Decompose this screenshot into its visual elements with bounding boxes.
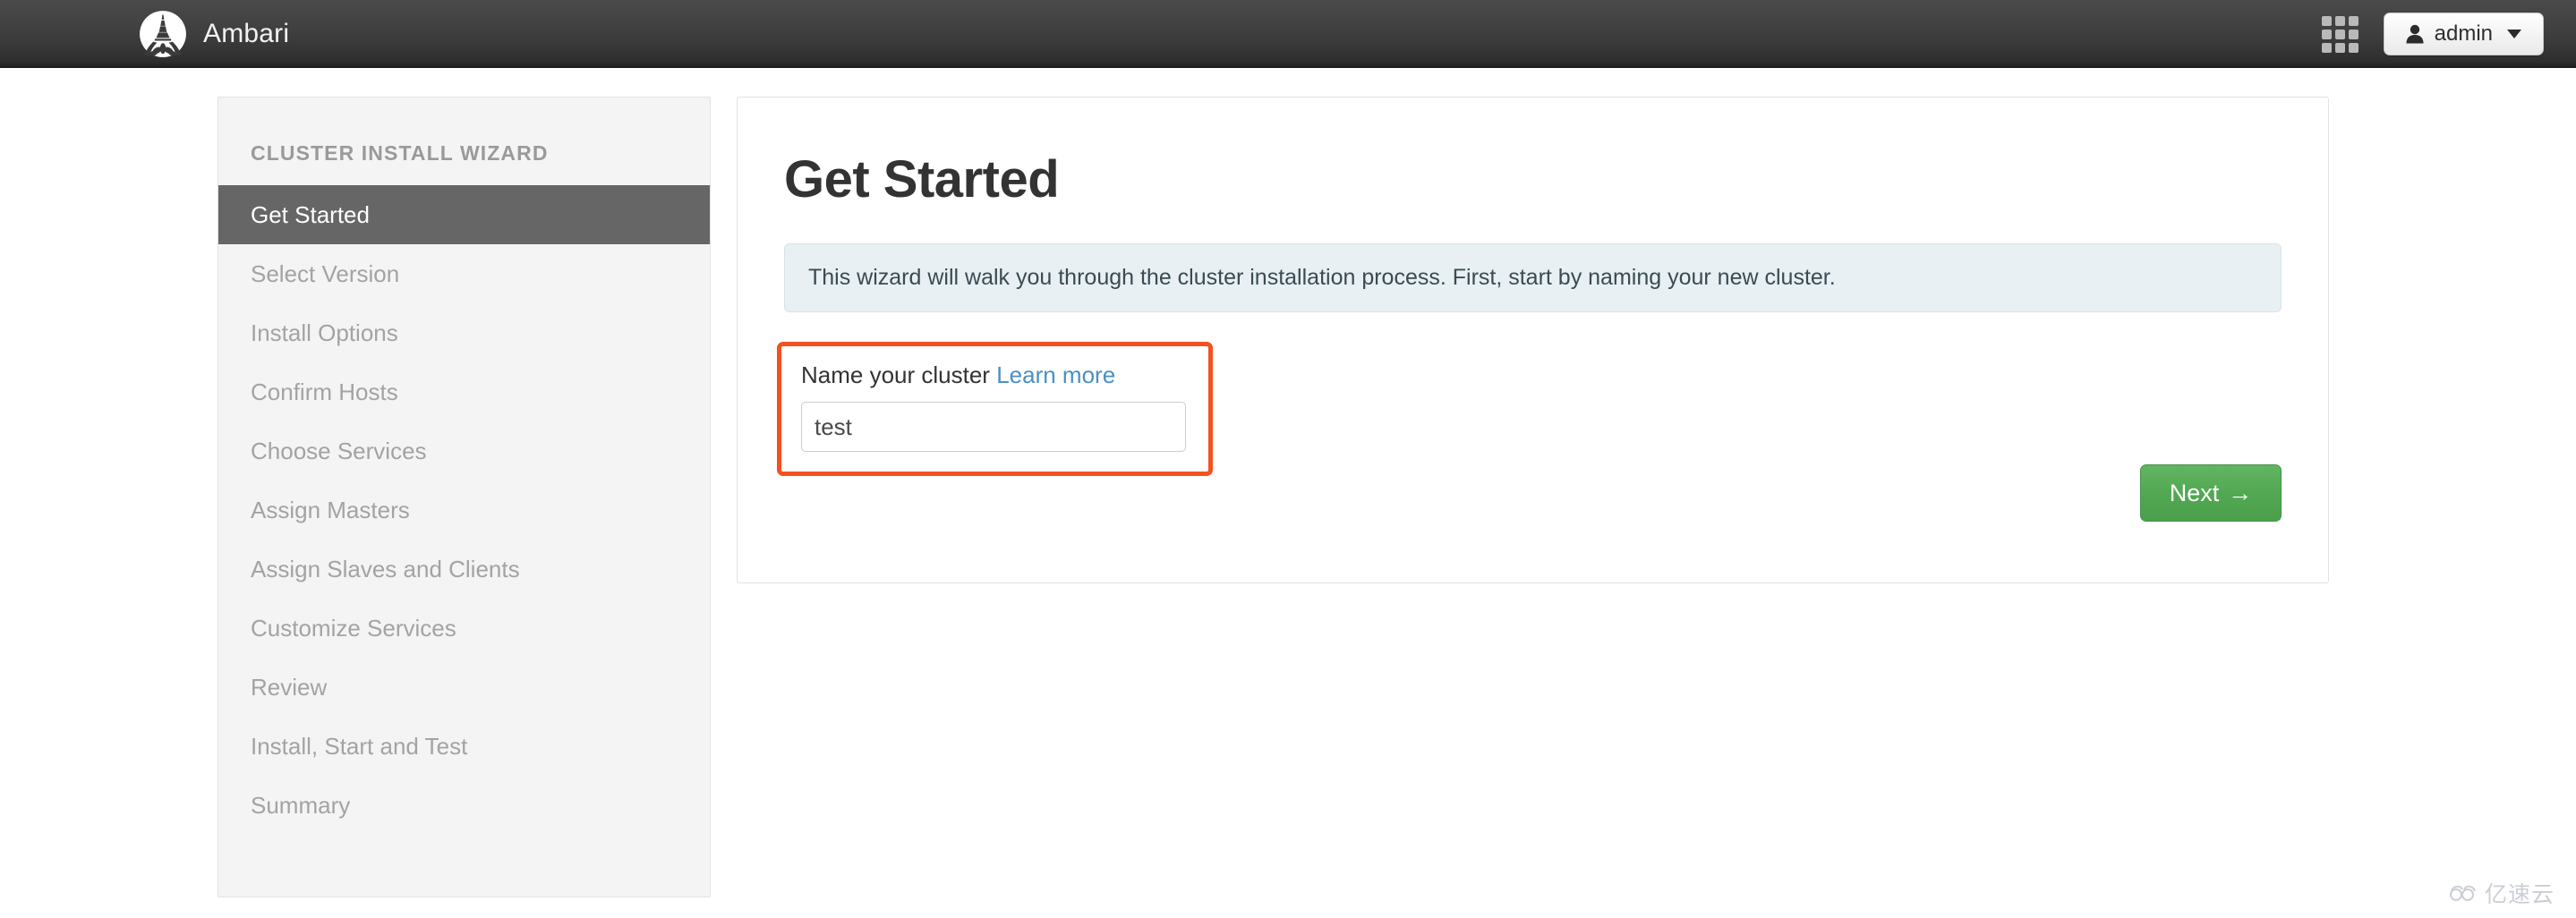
grid-apps-icon[interactable] <box>2321 14 2360 54</box>
sidebar-item-confirm-hosts[interactable]: Confirm Hosts <box>218 362 710 421</box>
user-menu-button[interactable]: admin <box>2383 13 2544 55</box>
info-alert-text: This wizard will walk you through the cl… <box>808 265 1836 290</box>
sidebar-item-label: Assign Masters <box>251 496 410 523</box>
sidebar-item-label: Select Version <box>251 259 400 287</box>
next-button-label: Next <box>2169 479 2220 506</box>
page-title: Get Started <box>784 150 1060 208</box>
learn-more-link[interactable]: Learn more <box>996 361 1115 388</box>
cluster-name-label: Name your cluster <box>801 361 990 388</box>
info-alert: This wizard will walk you through the cl… <box>784 243 2282 312</box>
cluster-name-input[interactable] <box>801 402 1186 452</box>
sidebar-heading: CLUSTER INSTALL WIZARD <box>251 141 549 165</box>
cluster-name-label-row: Name your cluster Learn more <box>801 361 1189 389</box>
chevron-down-icon <box>2507 30 2521 38</box>
navbar-right-group: admin <box>2321 0 2544 68</box>
sidebar-item-label: Install, Start and Test <box>251 732 468 760</box>
wizard-step-list: Get Started Select Version Install Optio… <box>218 185 710 835</box>
main-content-card: Get Started This wizard will walk you th… <box>737 97 2329 583</box>
cloud-icon <box>2449 885 2476 901</box>
sidebar-item-label: Assign Slaves and Clients <box>251 555 520 582</box>
sidebar-item-summary[interactable]: Summary <box>218 776 710 835</box>
cluster-name-highlight-box: Name your cluster Learn more <box>777 342 1213 476</box>
sidebar-item-label: Review <box>251 673 328 701</box>
user-menu-label: admin <box>2434 21 2493 46</box>
watermark-text: 亿速云 <box>2484 882 2555 907</box>
sidebar-item-review[interactable]: Review <box>218 658 710 717</box>
sidebar-item-select-version[interactable]: Select Version <box>218 244 710 303</box>
brand-title: Ambari <box>203 19 290 48</box>
user-person-icon <box>2406 24 2424 44</box>
brand-home-link[interactable]: Ambari <box>139 0 289 68</box>
sidebar-item-label: Install Options <box>251 319 398 346</box>
sidebar-item-label: Confirm Hosts <box>251 378 398 405</box>
sidebar-item-install-options[interactable]: Install Options <box>218 303 710 362</box>
sidebar-item-customize-services[interactable]: Customize Services <box>218 599 710 658</box>
sidebar-item-assign-masters[interactable]: Assign Masters <box>218 480 710 540</box>
sidebar-item-get-started[interactable]: Get Started <box>218 185 710 244</box>
sidebar-item-assign-slaves-and-clients[interactable]: Assign Slaves and Clients <box>218 540 710 599</box>
ambari-pagoda-logo-icon <box>140 11 186 57</box>
sidebar-item-choose-services[interactable]: Choose Services <box>218 421 710 480</box>
top-navbar: Ambari admin <box>0 0 2576 68</box>
arrow-right-icon: → <box>2228 479 2253 506</box>
sidebar-item-label: Choose Services <box>251 437 427 464</box>
wizard-sidebar: CLUSTER INSTALL WIZARD Get Started Selec… <box>218 97 711 897</box>
watermark: 亿速云 <box>2448 877 2555 909</box>
sidebar-item-label: Get Started <box>251 200 370 228</box>
sidebar-item-install-start-and-test[interactable]: Install, Start and Test <box>218 717 710 776</box>
sidebar-item-label: Summary <box>251 791 351 819</box>
sidebar-item-label: Customize Services <box>251 614 456 642</box>
next-button[interactable]: Next → <box>2140 464 2282 522</box>
